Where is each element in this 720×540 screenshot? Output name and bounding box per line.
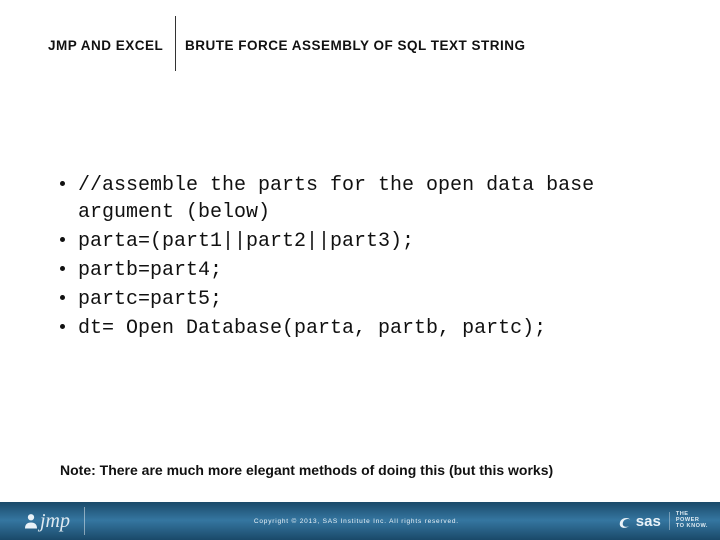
jmp-logo: jmp xyxy=(22,510,70,533)
header-right-text: BRUTE FORCE ASSEMBLY OF SQL TEXT STRING xyxy=(185,38,526,53)
bullet-dot-icon xyxy=(60,266,65,271)
bullet-dot-icon xyxy=(60,295,65,300)
slide-note: Note: There are much more elegant method… xyxy=(60,462,553,478)
bullet-text: partc=part5; xyxy=(78,288,222,311)
sas-swoosh-icon xyxy=(616,512,634,530)
bullet-dot-icon xyxy=(60,181,65,186)
sas-logo-text: sas xyxy=(636,513,661,530)
header-left-text: JMP AND EXCEL xyxy=(48,38,163,53)
header-divider xyxy=(175,16,176,71)
sas-tagline: THE POWER TO KNOW. xyxy=(669,512,708,530)
slide: JMP AND EXCEL BRUTE FORCE ASSEMBLY OF SQ… xyxy=(0,0,720,540)
person-icon xyxy=(22,512,40,530)
bullet-text: //assemble the parts for the open data b… xyxy=(78,174,594,224)
jmp-logo-text: jmp xyxy=(40,510,70,532)
bullet-item: dt= Open Database(parta, partb, partc); xyxy=(60,315,690,342)
bullet-text: dt= Open Database(parta, partb, partc); xyxy=(78,317,546,340)
footer-right-group: sas THE POWER TO KNOW. xyxy=(616,512,708,530)
bullet-item: parta=(part1||part2||part3); xyxy=(60,228,690,255)
bullet-dot-icon xyxy=(60,324,65,329)
slide-header: JMP AND EXCEL BRUTE FORCE ASSEMBLY OF SQ… xyxy=(0,28,720,78)
bullet-item: partc=part5; xyxy=(60,286,690,313)
slide-footer: jmp Copyright © 2013, SAS Institute Inc.… xyxy=(0,502,720,540)
bullet-text: parta=(part1||part2||part3); xyxy=(78,230,414,253)
footer-copyright: Copyright © 2013, SAS Institute Inc. All… xyxy=(97,518,616,525)
bullet-item: //assemble the parts for the open data b… xyxy=(60,172,690,226)
bullet-dot-icon xyxy=(60,237,65,242)
footer-separator xyxy=(84,507,85,535)
slide-body: //assemble the parts for the open data b… xyxy=(60,172,690,344)
bullet-item: partb=part4; xyxy=(60,257,690,284)
tagline-line: TO KNOW. xyxy=(676,524,708,530)
bullet-text: partb=part4; xyxy=(78,259,222,282)
sas-logo: sas xyxy=(616,512,661,530)
